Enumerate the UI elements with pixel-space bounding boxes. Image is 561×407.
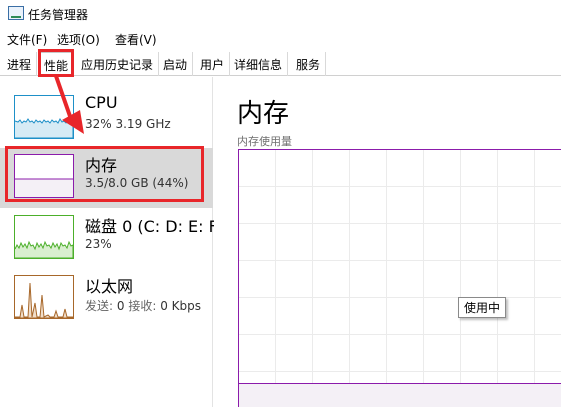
- sidebar-item-detail: 发送: 0 接收: 0 Kbps: [85, 297, 201, 314]
- grid-line: [239, 334, 561, 335]
- receive-label: 接收:: [128, 299, 157, 313]
- graph-label: 内存使用量: [237, 135, 292, 148]
- sidebar-item-detail: 32% 3.19 GHz: [85, 117, 171, 131]
- grid-line: [349, 150, 350, 407]
- sidebar-item-title: CPU: [85, 93, 118, 112]
- memory-usage-graph: [238, 149, 561, 407]
- title-bar: 任务管理器: [0, 0, 561, 28]
- grid-line: [239, 186, 561, 187]
- grid-line: [534, 150, 535, 407]
- menu-bar: 文件(F) 选项(O) 查看(V): [0, 28, 561, 48]
- sidebar-item-ethernet[interactable]: 以太网 发送: 0 接收: 0 Kbps: [0, 269, 213, 329]
- grid-line: [312, 150, 313, 407]
- grid-line: [239, 223, 561, 224]
- tab-details[interactable]: 详细信息: [229, 52, 289, 76]
- tab-highlight-box: [38, 49, 74, 77]
- tab-users[interactable]: 用户: [195, 52, 231, 76]
- memory-used-area: [239, 383, 561, 407]
- disk-sparkline-icon: [14, 215, 74, 259]
- grid-line: [497, 150, 498, 407]
- tab-processes[interactable]: 进程: [2, 52, 38, 76]
- tab-bar: 进程 性能 应用历史记录 启动 用户 详细信息 服务: [0, 52, 561, 76]
- memory-highlight-box: [5, 146, 204, 202]
- menu-view[interactable]: 查看(V): [115, 31, 157, 48]
- memory-detail-pane: 内存 内存使用量: [214, 77, 561, 407]
- tab-app-history[interactable]: 应用历史记录: [76, 52, 160, 76]
- grid-line: [239, 371, 561, 372]
- tab-services[interactable]: 服务: [291, 52, 327, 76]
- performance-sidebar: CPU 32% 3.19 GHz 内存 3.5/8.0 GB (44%) 磁盘 …: [0, 77, 222, 407]
- grid-line: [239, 297, 561, 298]
- receive-value: 0 Kbps: [160, 299, 202, 313]
- grid-line: [275, 150, 276, 407]
- sidebar-item-detail: 23%: [85, 237, 112, 251]
- send-label: 发送:: [85, 299, 114, 313]
- grid-line: [423, 150, 424, 407]
- menu-file[interactable]: 文件(F): [7, 31, 47, 48]
- sidebar-item-title: 磁盘 0 (C: D: E: F:: [85, 217, 222, 236]
- ethernet-sparkline-icon: [14, 275, 74, 319]
- menu-options[interactable]: 选项(O): [57, 31, 100, 48]
- page-title: 内存: [237, 99, 290, 129]
- window-title: 任务管理器: [28, 8, 89, 22]
- grid-line: [460, 150, 461, 407]
- sidebar-item-title: 以太网: [85, 277, 134, 296]
- sidebar-item-cpu[interactable]: CPU 32% 3.19 GHz: [0, 89, 213, 149]
- task-manager-icon: [8, 6, 24, 20]
- cpu-sparkline-icon: [14, 95, 74, 139]
- grid-line: [239, 260, 561, 261]
- tooltip-in-use: 使用中: [458, 297, 507, 318]
- send-value: 0: [116, 299, 125, 313]
- tab-startup[interactable]: 启动: [158, 52, 194, 76]
- grid-line: [386, 150, 387, 407]
- sidebar-item-disk[interactable]: 磁盘 0 (C: D: E: F: 23%: [0, 209, 222, 269]
